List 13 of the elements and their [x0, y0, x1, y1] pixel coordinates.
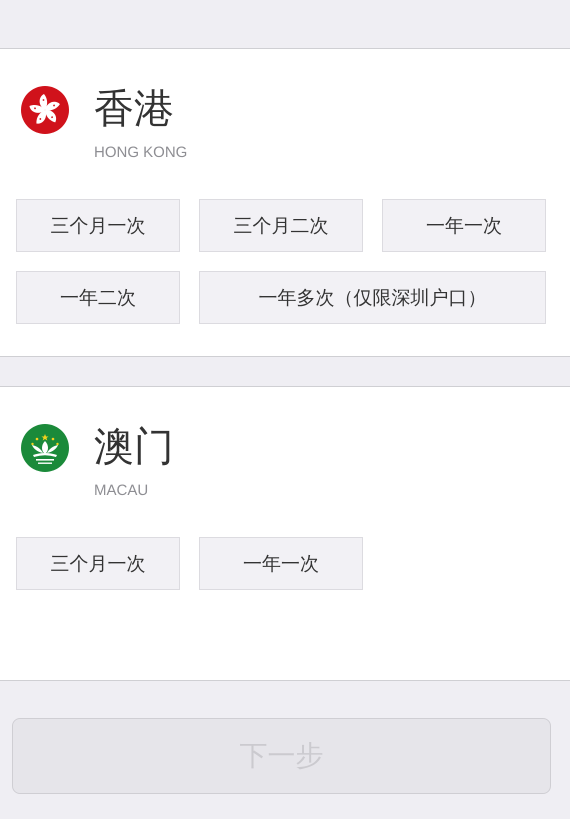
lotus-flag-icon — [21, 424, 69, 472]
region-subtitle: HONG KONG — [94, 144, 188, 161]
region-subtitle: MACAU — [94, 482, 148, 499]
frequency-option[interactable]: 一年一次 — [382, 199, 546, 252]
frequency-option[interactable]: 三个月一次 — [16, 199, 180, 252]
frequency-option[interactable]: 一年二次 — [16, 271, 180, 324]
frequency-option[interactable]: 三个月一次 — [16, 537, 180, 590]
region-name: 澳门 — [94, 424, 174, 470]
flower-flag-icon — [21, 86, 69, 134]
frequency-option[interactable]: 一年多次（仅限深圳户口） — [199, 271, 546, 324]
region-name: 香港 — [94, 86, 174, 132]
frequency-option[interactable]: 一年一次 — [199, 537, 363, 590]
frequency-option[interactable]: 三个月二次 — [199, 199, 363, 252]
